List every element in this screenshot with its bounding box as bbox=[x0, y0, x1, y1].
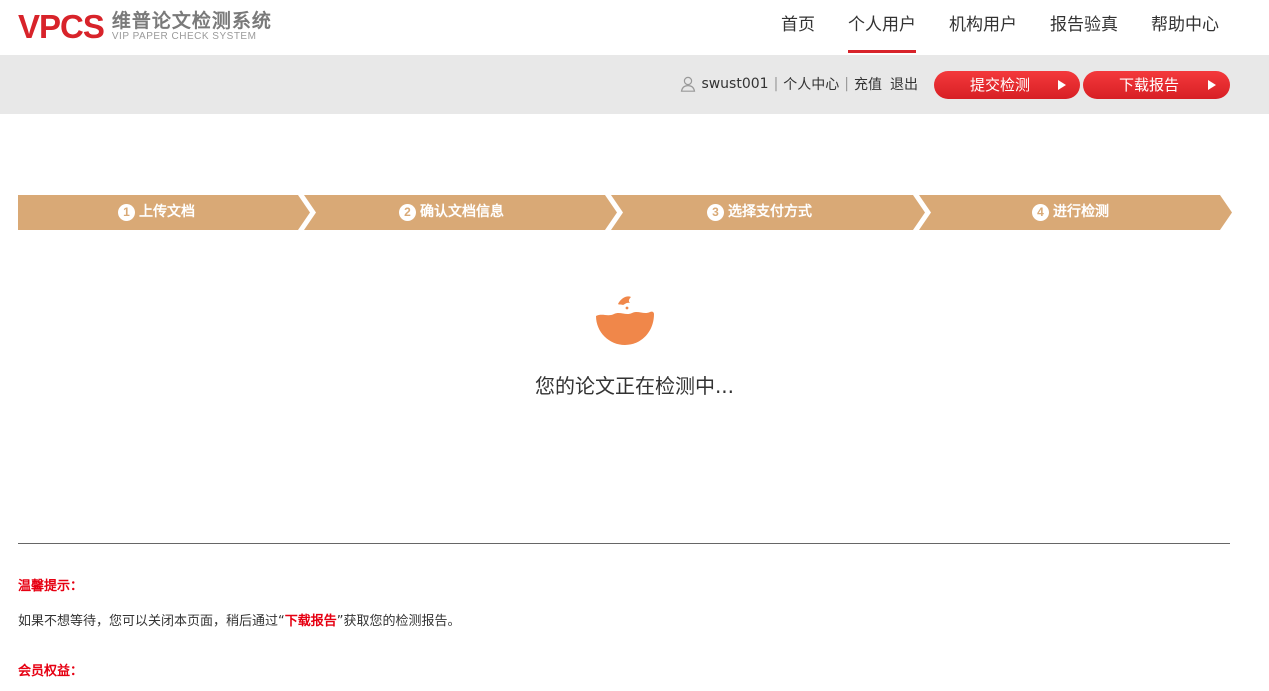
logo-text: 维普论文检测系统 VIP PAPER CHECK SYSTEM bbox=[112, 11, 272, 42]
download-report-label: 下载报告 bbox=[1119, 76, 1180, 94]
tips-text: 如果不想等待，您可以关闭本页面，稍后通过“下载报告”获取您的检测报告。 bbox=[18, 610, 461, 629]
separator: | bbox=[844, 76, 849, 92]
user-icon bbox=[681, 76, 696, 92]
nav-item-institution-user[interactable]: 机构用户 bbox=[949, 0, 1017, 55]
step-number: 4 bbox=[1032, 204, 1049, 221]
tips-title: 温馨提示： bbox=[18, 579, 84, 594]
nav-item-report-verify[interactable]: 报告验真 bbox=[1050, 0, 1118, 55]
recharge-link[interactable]: 充值 bbox=[854, 74, 882, 94]
download-report-link[interactable]: 下载报告 bbox=[285, 614, 337, 629]
download-report-button[interactable]: 下载报告 bbox=[1083, 71, 1230, 99]
nav-item-personal-user[interactable]: 个人用户 bbox=[848, 0, 916, 55]
logo[interactable]: VPCS 维普论文检测系统 VIP PAPER CHECK SYSTEM bbox=[18, 6, 272, 46]
step-number: 3 bbox=[707, 204, 724, 221]
status-message: 您的论文正在检测中... bbox=[534, 374, 735, 398]
tips-text-before: 如果不想等待，您可以关闭本页面，稍后通过“ bbox=[18, 614, 285, 629]
step-number: 1 bbox=[118, 204, 135, 221]
submit-check-label: 提交检测 bbox=[970, 76, 1031, 94]
progress-steps: 1 上传文档 2 确认文档信息 3 选择支付方式 4 进行检测 bbox=[18, 195, 1232, 230]
header: VPCS 维普论文检测系统 VIP PAPER CHECK SYSTEM 首页 … bbox=[0, 0, 1269, 55]
step-2: 2 确认文档信息 bbox=[399, 195, 504, 230]
nav-item-help-center[interactable]: 帮助中心 bbox=[1151, 0, 1219, 55]
step-label: 进行检测 bbox=[1053, 204, 1109, 220]
step-label: 确认文档信息 bbox=[420, 204, 504, 220]
main-nav: 首页 个人用户 机构用户 报告验真 帮助中心 bbox=[748, 0, 1219, 55]
separator: | bbox=[773, 76, 779, 92]
logout-link[interactable]: 退出 bbox=[890, 74, 918, 94]
step-3: 3 选择支付方式 bbox=[707, 195, 812, 230]
step-label: 上传文档 bbox=[139, 204, 195, 220]
divider bbox=[18, 543, 1230, 544]
logo-mark: VPCS bbox=[18, 7, 105, 45]
step-4: 4 进行检测 bbox=[1032, 195, 1109, 230]
play-arrow-icon bbox=[1058, 80, 1066, 90]
personal-center-link[interactable]: 个人中心 bbox=[783, 74, 839, 94]
step-number: 2 bbox=[399, 204, 416, 221]
submit-check-button[interactable]: 提交检测 bbox=[934, 71, 1080, 99]
user-bar: swust001 | 个人中心 | 充值 退出 提交检测 下载报告 bbox=[0, 55, 1269, 114]
tips-text-after: ”获取您的检测报告。 bbox=[336, 614, 461, 629]
loading-bowl-icon bbox=[596, 296, 654, 345]
step-1: 1 上传文档 bbox=[118, 195, 195, 230]
logo-subtitle: VIP PAPER CHECK SYSTEM bbox=[111, 30, 257, 42]
nav-item-home[interactable]: 首页 bbox=[781, 0, 815, 55]
logo-title: 维普论文检测系统 bbox=[111, 9, 272, 32]
step-label: 选择支付方式 bbox=[728, 204, 812, 220]
username-link[interactable]: swust001 bbox=[701, 76, 768, 92]
play-arrow-icon bbox=[1208, 80, 1216, 90]
member-benefits-title: 会员权益： bbox=[18, 664, 84, 679]
logo-mark-text: VPCS bbox=[18, 7, 105, 45]
user-area: swust001 | 个人中心 | 充值 退出 bbox=[680, 73, 918, 95]
